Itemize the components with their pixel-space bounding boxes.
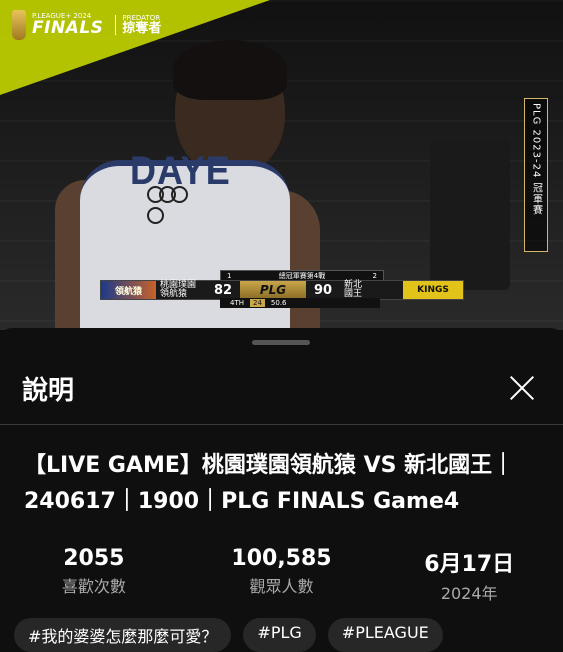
date-year: 2024年 (440, 584, 498, 603)
camera-equipment (430, 140, 510, 290)
sponsor-logo: PREDATOR 掠奪者 (115, 14, 162, 36)
date-value: 6月17日 (424, 552, 515, 577)
viewers-label: 觀眾人數 (249, 577, 314, 596)
shot-clock: 24 (250, 299, 265, 307)
away-score: 90 (313, 282, 333, 298)
hashtag-chips: #我的婆婆怎麼那麼可愛？ #PLG #PLEAGUE (14, 618, 443, 652)
finals-title: FINALS (32, 18, 104, 38)
hashtag-chip[interactable]: #PLEAGUE (327, 618, 443, 652)
side-banner-text: PLG 2023-24 冠軍賽 (530, 103, 542, 216)
finals-logo: P.LEAGUE+ 2024 FINALS PREDATOR 掠奪者 (12, 10, 161, 40)
side-banner: PLG 2023-24 冠軍賽 (524, 98, 548, 252)
jersey-name: DAYE (130, 147, 231, 193)
home-team-name: 桃園璞園 領航猿 (156, 280, 206, 300)
home-name-line2: 領航猿 (160, 289, 188, 299)
likes-label: 喜歡次數 (61, 577, 126, 596)
video-player[interactable]: P.LEAGUE+ 2024 FINALS PREDATOR 掠奪者 DAYE … (0, 0, 563, 330)
scoreboard: 1 總冠軍賽第4戰 2 領航猿 桃園璞園 領航猿 82 PLG 90 新北 國王… (100, 270, 464, 312)
divider (0, 424, 563, 425)
series-right: 2 (372, 272, 377, 280)
description-sheet: 說明 【LIVE GAME】桃園璞園領航猿 VS 新北國王｜240617｜190… (0, 328, 563, 652)
sponsor-big: 掠奪者 (122, 20, 162, 36)
video-title: 【LIVE GAME】桃園璞園領航猿 VS 新北國王｜240617｜1900｜P… (24, 453, 515, 514)
home-score: 82 (213, 282, 233, 298)
league-logo: PLG (240, 281, 306, 299)
away-team-logo: KINGS (403, 281, 463, 299)
away-team-name: 新北 國王 (340, 280, 390, 300)
drag-handle[interactable] (252, 340, 310, 345)
date-stat: 6月17日 2024年 (375, 546, 563, 604)
score-bar: 領航猿 桃園璞園 領航猿 82 PLG 90 新北 國王 KINGS (100, 280, 464, 300)
series-left: 1 (227, 272, 232, 280)
close-icon[interactable] (504, 370, 540, 406)
quarter: 4TH (230, 299, 244, 307)
player-hair (173, 40, 287, 100)
game-clock: 50.6 (270, 299, 287, 307)
hashtag-chip[interactable]: #我的婆婆怎麼那麼可愛？ (14, 618, 232, 652)
stats-row: 2055 喜歡次數 100,585 觀眾人數 6月17日 2024年 (0, 546, 563, 604)
viewers-count: 100,585 (231, 546, 332, 571)
sheet-title: 說明 (22, 376, 75, 406)
hashtag-chip[interactable]: #PLG (243, 618, 316, 652)
likes-count: 2055 (63, 546, 125, 571)
clock-bar: 4TH 24 50.6 (220, 298, 380, 308)
viewers-stat: 100,585 觀眾人數 (188, 546, 376, 604)
trophy-icon (12, 10, 26, 40)
likes-stat: 2055 喜歡次數 (0, 546, 188, 604)
home-team-logo: 領航猿 (101, 281, 156, 299)
